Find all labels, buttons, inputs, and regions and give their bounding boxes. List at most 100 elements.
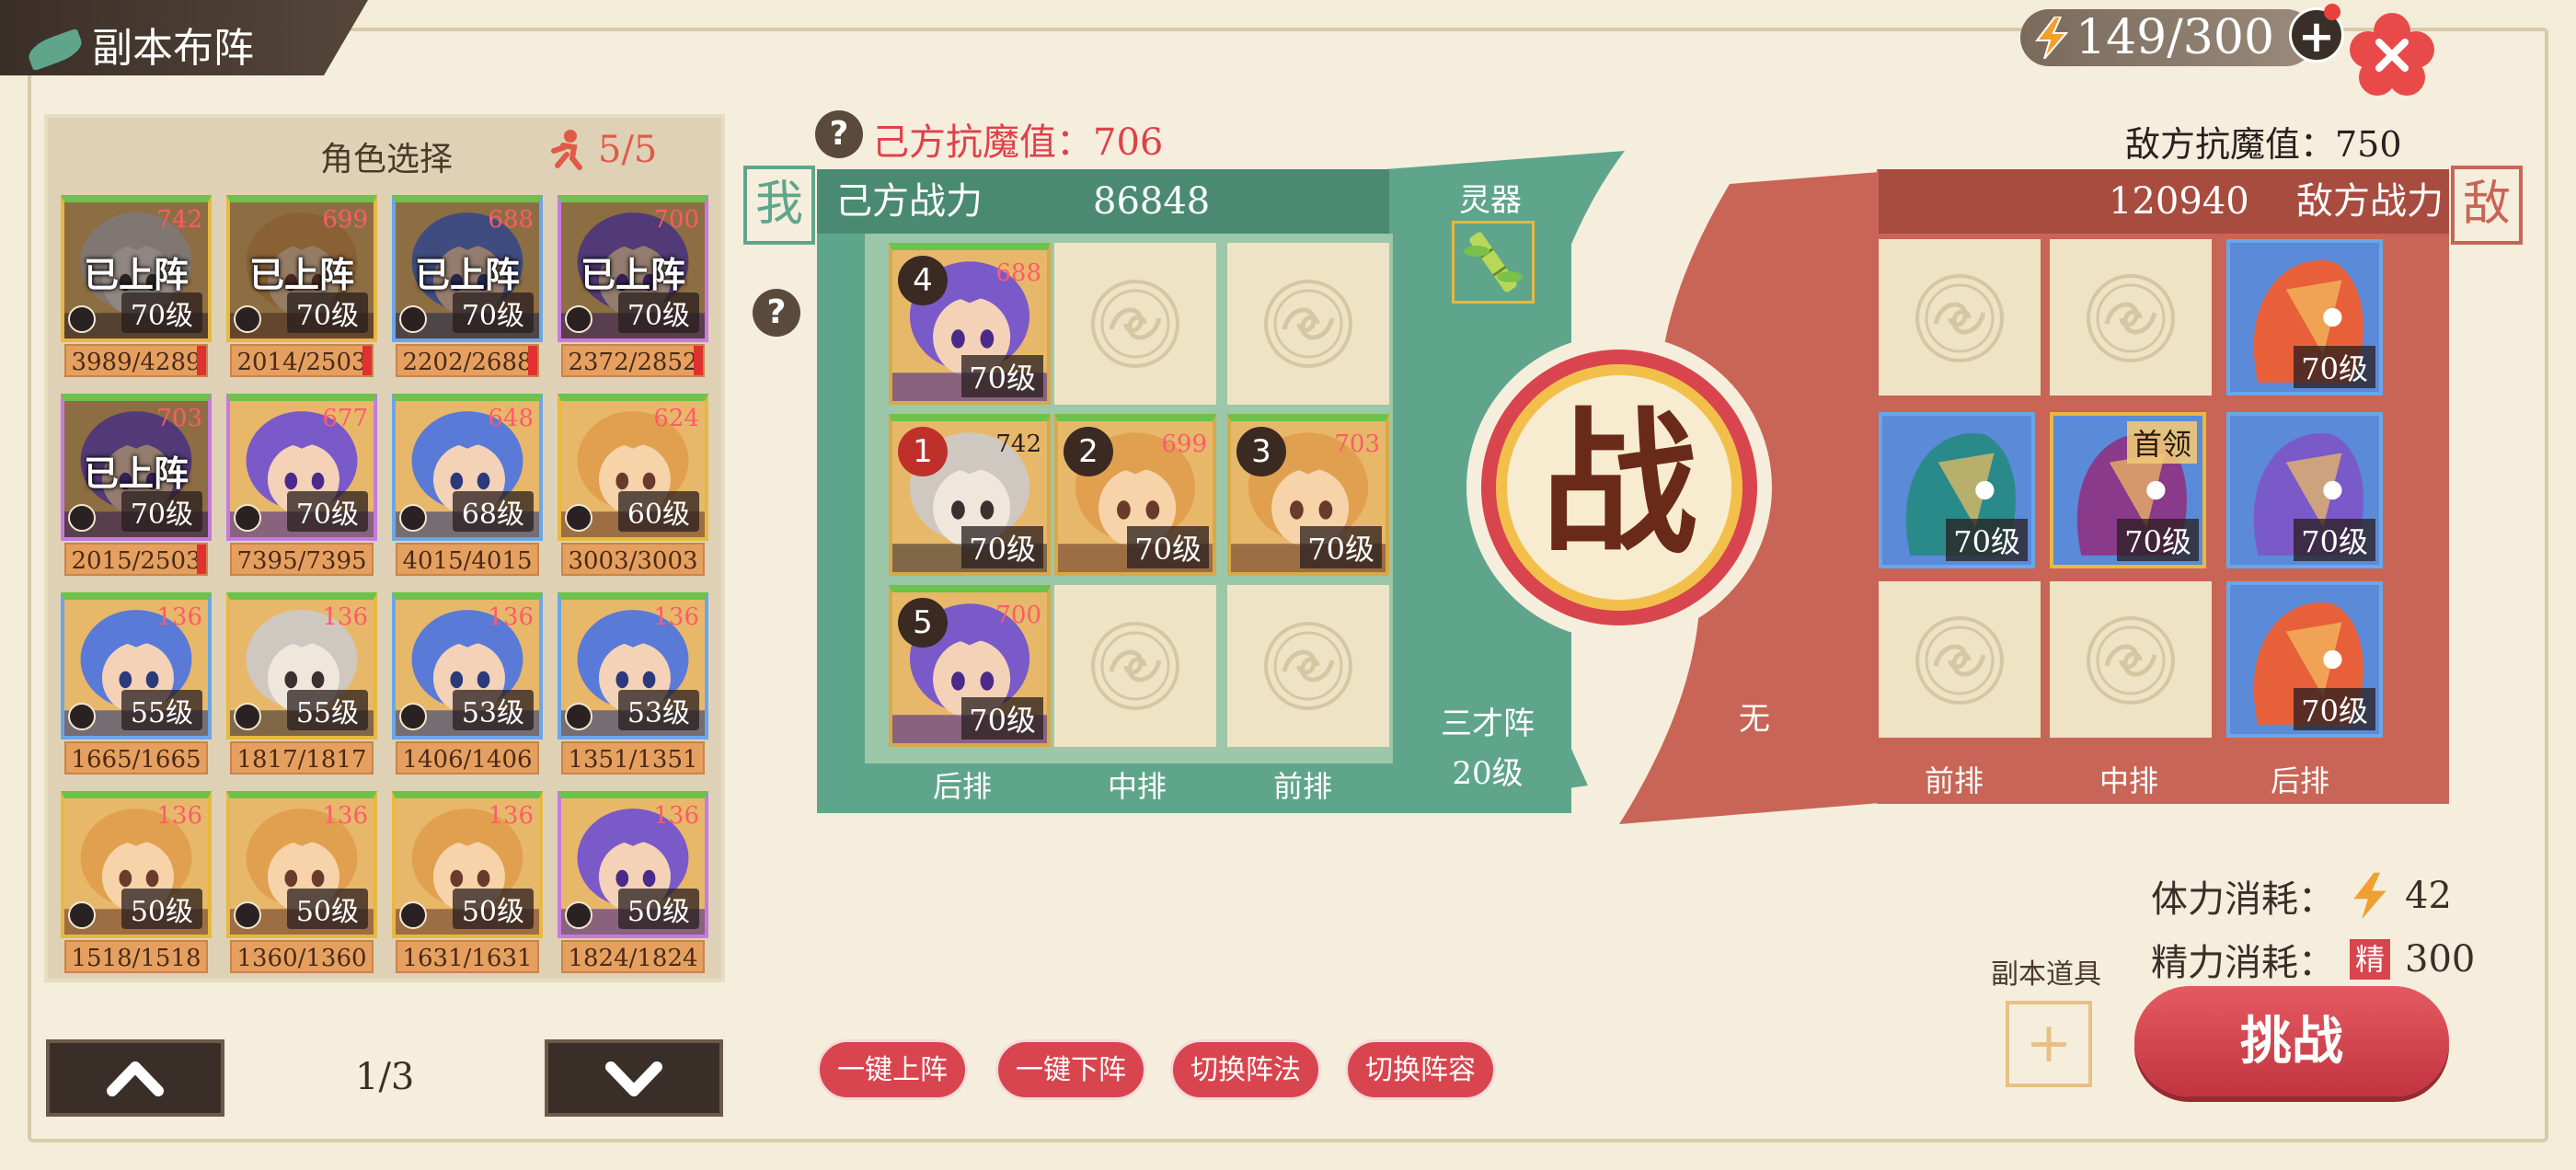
role-card[interactable]: 136 50级 1518/1518 [61, 791, 212, 975]
class-badge-icon [565, 504, 592, 532]
row-label-middle: 中排 [1108, 769, 1167, 804]
role-portrait-frame: 136 50级 [558, 791, 708, 938]
class-badge-icon [565, 901, 592, 929]
class-badge-icon [399, 703, 427, 730]
role-hp-value: 7395/7395 [236, 547, 367, 575]
role-hp: 2014/2503 [230, 344, 374, 377]
role-card[interactable]: 699 已上阵 70级 2014/2503 [226, 195, 377, 379]
role-portrait-frame: 136 53级 [392, 592, 543, 740]
formation-info[interactable]: 三才阵 20级 [1441, 699, 1535, 798]
role-card[interactable]: 136 53级 1351/1351 [558, 592, 708, 776]
role-card[interactable]: 136 50级 1360/1360 [226, 791, 377, 975]
empty-slot-emblem-icon [1264, 622, 1352, 710]
class-badge-icon [234, 305, 261, 333]
role-card[interactable]: 136 50级 1631/1631 [392, 791, 543, 975]
enemy-hero[interactable]: 首领 70级 [2050, 412, 2206, 568]
my-power-value: 86848 [1093, 180, 1211, 223]
empty-formation-slot[interactable] [1054, 243, 1216, 405]
role-level: 70级 [121, 292, 202, 333]
deploy-count-value: 5/5 [598, 129, 658, 171]
battle-glyph: 战 [1541, 392, 1697, 576]
deployed-hero[interactable]: 1 742 70级 [889, 414, 1051, 576]
hero-power: 742 [995, 430, 1041, 458]
role-card[interactable]: 136 50级 1824/1824 [558, 791, 708, 975]
role-power: 742 [156, 206, 202, 234]
switch-formation-button[interactable]: 切换阵法 [1170, 1039, 1321, 1100]
role-card[interactable]: 688 已上阵 70级 2202/2688 [392, 195, 543, 379]
role-card[interactable]: 648 68级 4015/4015 [392, 394, 543, 578]
role-hp: 3003/3003 [561, 543, 705, 576]
help-icon-formation[interactable]: ? [753, 289, 800, 337]
page-indicator: 1/3 [355, 1056, 415, 1098]
role-hp-value: 1406/1406 [402, 746, 533, 774]
page-down-button[interactable] [545, 1039, 723, 1117]
deployed-hero[interactable]: 4 688 70级 [889, 243, 1051, 405]
enemy-empty-slot [1879, 239, 2041, 396]
role-card[interactable]: 700 已上阵 70级 2372/2852 [558, 195, 708, 379]
enemy-level: 70级 [2294, 346, 2375, 388]
enemy-hero[interactable]: 70级 [2226, 581, 2383, 738]
role-power: 648 [488, 405, 534, 432]
empty-formation-slot[interactable] [1054, 585, 1216, 747]
enemy-level: 70级 [2294, 688, 2375, 730]
role-portrait-frame: 742 已上阵 70级 [61, 195, 212, 342]
role-hp: 1351/1351 [561, 741, 705, 774]
enemy-hero[interactable]: 70级 [2226, 239, 2383, 396]
role-hp-value: 2202/2688 [402, 349, 533, 376]
deployed-label: 已上阵 [83, 254, 189, 295]
role-level: 50级 [286, 889, 368, 929]
role-level: 50级 [121, 889, 202, 929]
energy-value: 149/300 [2076, 10, 2275, 65]
enemy-row-label-middle: 中排 [2099, 763, 2159, 798]
stamina-cost: 体力消耗： 42 [2151, 868, 2452, 923]
row-label-front: 前排 [1273, 769, 1333, 804]
enemy-hero[interactable]: 70级 [2226, 412, 2383, 568]
role-power: 136 [653, 603, 699, 631]
role-card[interactable]: 703 已上阵 70级 2015/2503 [61, 394, 212, 578]
deployed-hero[interactable]: 3 703 70级 [1227, 414, 1389, 576]
energy-badge-icon: 精 [2350, 939, 2390, 980]
help-icon[interactable]: ? [815, 110, 863, 158]
role-card[interactable]: 742 已上阵 70级 3989/4289 [61, 195, 212, 379]
class-badge-icon [399, 305, 427, 333]
battle-start-emblem[interactable]: 战 [1463, 331, 1776, 644]
role-card[interactable]: 136 55级 1665/1665 [61, 592, 212, 776]
hero-power: 700 [995, 602, 1041, 629]
auto-undeploy-button[interactable]: 一键下阵 [995, 1039, 1146, 1100]
deployed-hero[interactable]: 2 699 70级 [1054, 414, 1216, 576]
role-power: 136 [156, 603, 202, 631]
role-portrait-frame: 703 已上阵 70级 [61, 394, 212, 541]
artifact-slot[interactable] [1452, 221, 1535, 304]
role-portrait-frame: 136 53级 [558, 592, 708, 740]
class-badge-icon [68, 901, 96, 929]
switch-lineup-button[interactable]: 切换阵容 [1345, 1039, 1496, 1100]
bamboo-icon [1464, 232, 1523, 292]
dungeon-item-slot[interactable]: + [2006, 1001, 2092, 1087]
enemy-row-label-front: 前排 [1925, 763, 1984, 798]
role-portrait-frame: 699 已上阵 70级 [226, 195, 377, 342]
role-level: 70级 [121, 491, 202, 532]
class-badge-icon [234, 703, 261, 730]
role-level: 70级 [617, 292, 699, 333]
role-hp-value: 1631/1631 [402, 945, 533, 972]
role-card[interactable]: 624 60级 3003/3003 [558, 394, 708, 578]
close-icon[interactable] [2348, 11, 2436, 99]
role-card[interactable]: 136 53级 1406/1406 [392, 592, 543, 776]
empty-formation-slot[interactable] [1227, 243, 1389, 405]
role-card[interactable]: 136 55级 1817/1817 [226, 592, 377, 776]
role-level: 50级 [617, 889, 699, 929]
role-card[interactable]: 677 70级 7395/7395 [226, 394, 377, 578]
enemy-side-tag: 敌 [2451, 166, 2523, 245]
enemy-formation-none: 无 [1739, 701, 1770, 738]
auto-deploy-button[interactable]: 一键上阵 [817, 1039, 968, 1100]
class-badge-icon [234, 504, 261, 532]
empty-slot-emblem-icon [2087, 616, 2175, 705]
enemy-hero[interactable]: 70级 [1879, 412, 2035, 568]
page-up-button[interactable] [46, 1039, 224, 1117]
stamina-cost-label: 体力消耗： [2151, 878, 2335, 921]
empty-formation-slot[interactable] [1227, 585, 1389, 747]
deployed-hero[interactable]: 5 700 70级 [889, 585, 1051, 747]
role-power: 700 [653, 206, 699, 234]
runner-icon [551, 130, 582, 170]
challenge-button[interactable]: 挑战 [2134, 986, 2449, 1096]
